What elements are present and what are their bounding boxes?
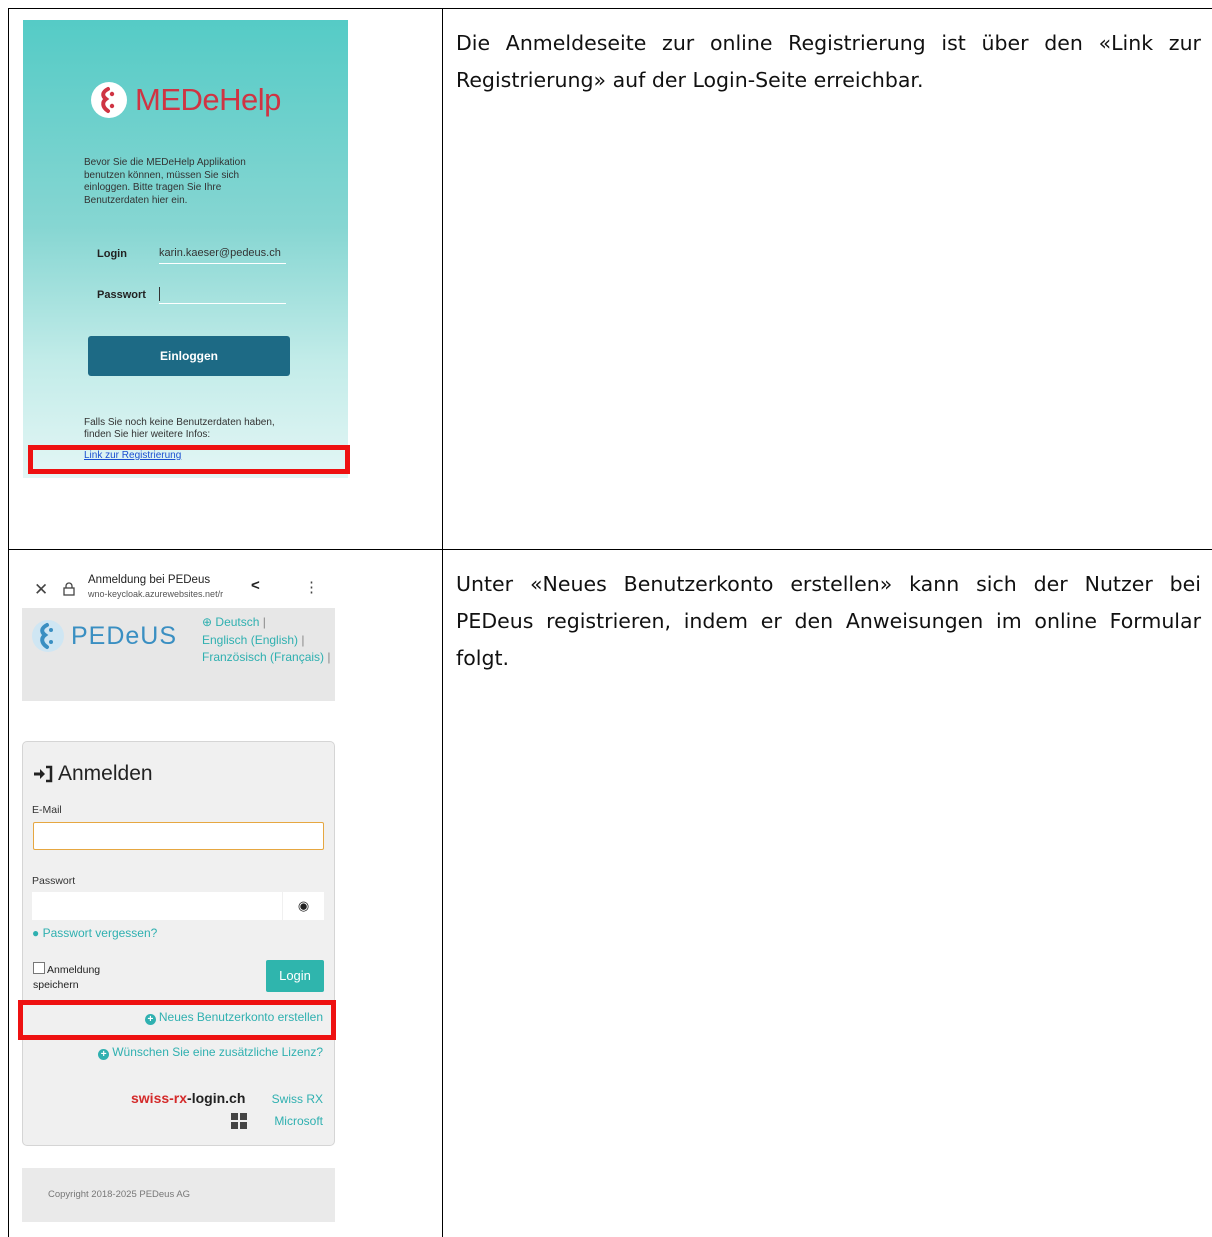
login-field[interactable]: karin.kaeser@pedeus.ch xyxy=(159,247,281,259)
medehelp-logo-icon xyxy=(91,82,127,118)
medehelp-intro-text: Bevor Sie die MEDeHelp Applikation benut… xyxy=(84,157,246,206)
lang-deutsch[interactable]: Deutsch xyxy=(215,615,259,629)
table-row-divider xyxy=(8,549,1212,550)
share-icon[interactable]: < xyxy=(251,577,260,594)
password-underline xyxy=(159,303,286,304)
email-field[interactable] xyxy=(33,822,324,850)
pedeus-logo-icon xyxy=(32,620,64,652)
email-label: E-Mail xyxy=(32,804,62,816)
microsoft-icon xyxy=(231,1113,247,1129)
sign-in-icon xyxy=(34,765,53,783)
pedeus-logo: PEDeUS xyxy=(31,619,177,653)
remember-label: Anmeldung speichern xyxy=(33,964,101,991)
forgot-password-link[interactable]: ● Passwort vergessen? xyxy=(32,926,157,940)
pedeus-header: PEDeUS ⊕ Deutsch | Englisch (English) | … xyxy=(22,608,335,701)
heading-text: Anmelden xyxy=(58,762,153,785)
swiss-rx-logo-part1: swiss-rx xyxy=(131,1090,188,1106)
highlight-new-account xyxy=(18,1000,336,1040)
extra-license-link[interactable]: + Wünschen Sie eine zusätzliche Lizenz? xyxy=(98,1045,323,1060)
pedeus-brand: PEDeUS xyxy=(71,621,178,650)
lang-french[interactable]: Französisch (Français) xyxy=(202,650,324,664)
password-field[interactable] xyxy=(32,892,282,920)
more-icon[interactable]: ⋮ xyxy=(304,578,319,596)
plus-circle-icon: + xyxy=(98,1049,110,1060)
copyright-text: Copyright 2018-2025 PEDeus AG xyxy=(48,1189,191,1200)
einloggen-button[interactable]: Einloggen xyxy=(88,336,290,376)
close-icon[interactable]: ✕ xyxy=(34,580,48,600)
table-border-left xyxy=(8,8,9,1237)
pedeus-login-screenshot: ✕ Anmeldung bei PEDeus wno-keycloak.azur… xyxy=(22,568,335,1237)
table-border-top xyxy=(8,8,1212,9)
lock-icon xyxy=(63,582,75,596)
eye-icon[interactable]: ◉ xyxy=(283,892,324,920)
swiss-rx-logo-part2: -login.ch xyxy=(187,1090,246,1106)
medehelp-footer-text: Falls Sie noch keine Benutzerdaten haben… xyxy=(84,417,275,440)
medehelp-brand: MEDeHelp xyxy=(135,82,281,117)
forgot-password-label: Passwort vergessen? xyxy=(42,926,158,940)
password-label: Passwort xyxy=(97,289,146,301)
swiss-rx-link[interactable]: Swiss RX xyxy=(272,1092,323,1106)
password-field[interactable] xyxy=(159,287,160,301)
row2-description: Unter «Neues Benutzerkonto erstellen» ka… xyxy=(456,572,1201,670)
table-column-divider xyxy=(442,8,443,1237)
language-list: ⊕ Deutsch | Englisch (English) | Französ… xyxy=(202,615,331,664)
microsoft-link[interactable]: Microsoft xyxy=(274,1114,323,1128)
comment-icon: ● xyxy=(32,926,40,940)
login-button[interactable]: Login xyxy=(266,960,324,992)
globe-icon: ⊕ xyxy=(202,615,213,629)
medehelp-login-screenshot: MEDeHelp Bevor Sie die MEDeHelp Applikat… xyxy=(23,20,348,478)
lang-english[interactable]: Englisch (English) xyxy=(202,633,298,647)
login-underline xyxy=(159,263,286,264)
medehelp-logo: MEDeHelp xyxy=(91,82,281,118)
extra-license-label: Wünschen Sie eine zusätzliche Lizenz? xyxy=(112,1045,323,1059)
browser-bar: ✕ Anmeldung bei PEDeus wno-keycloak.azur… xyxy=(22,568,335,608)
swiss-rx-logo: swiss-rx-login.ch xyxy=(131,1090,245,1106)
login-card: Anmelden E-Mail Passwort ◉ ● Passwort ve… xyxy=(22,741,335,1146)
pedeus-footer: Copyright 2018-2025 PEDeus AG xyxy=(22,1168,335,1222)
password-label: Passwort xyxy=(32,875,76,887)
login-label: Login xyxy=(97,248,127,260)
browser-title: Anmeldung bei PEDeus xyxy=(88,574,211,586)
row1-description: Die Anmeldeseite zur online Registrierun… xyxy=(456,31,1201,92)
browser-url[interactable]: wno-keycloak.azurewebsites.net/r xyxy=(88,589,273,599)
highlight-registration-link xyxy=(28,445,350,474)
login-heading: Anmelden xyxy=(32,762,153,786)
